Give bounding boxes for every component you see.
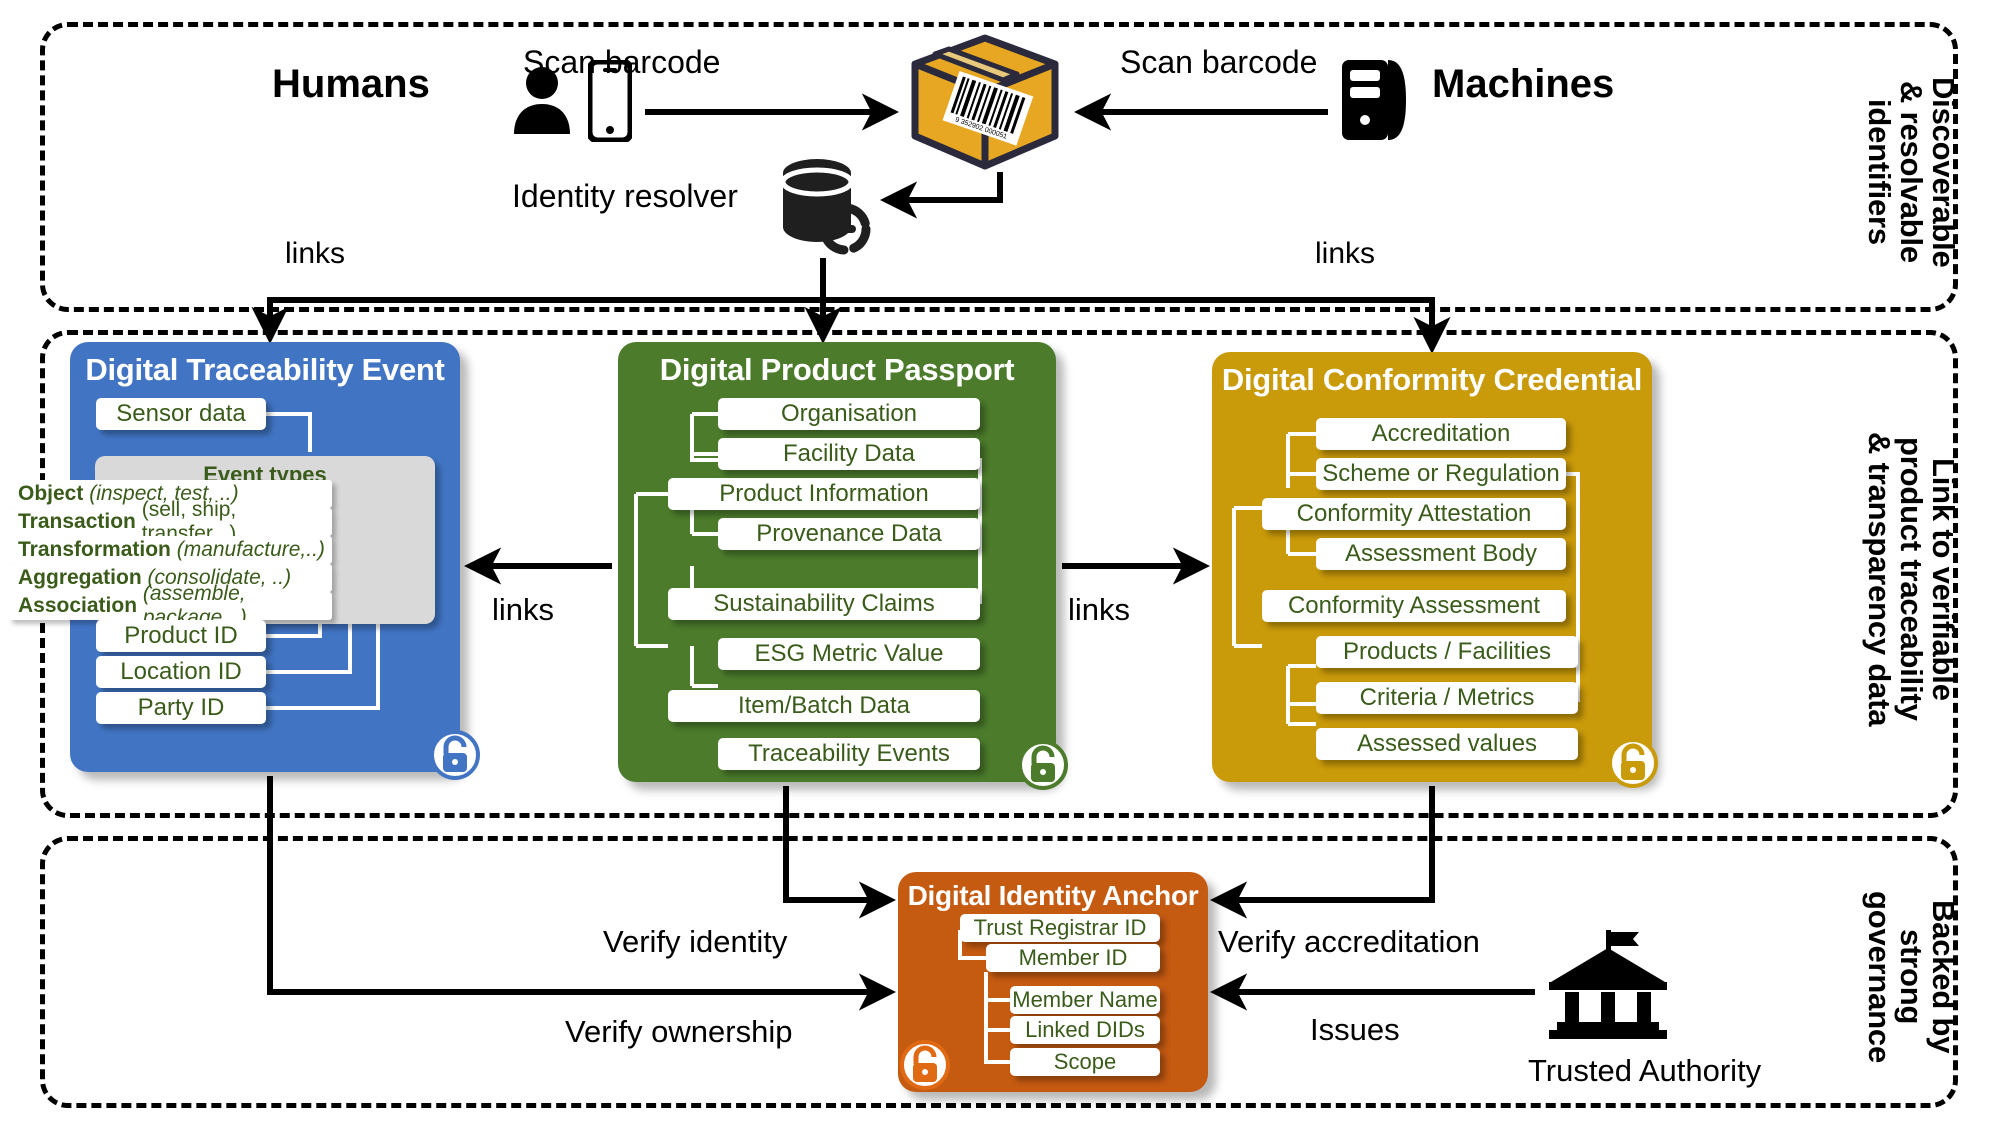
event-type-name: Association [18, 594, 138, 617]
issues-label: Issues [1310, 1012, 1400, 1047]
pill-scope[interactable]: Scope [1010, 1048, 1160, 1076]
event-type-association[interactable]: Association (assemble, package,..) [8, 582, 332, 629]
lock-icon-identity-anchor [900, 1040, 950, 1090]
pill-criteria-metrics[interactable]: Criteria / Metrics [1316, 682, 1578, 714]
event-type-name: Transformation [18, 538, 171, 561]
event-type-transaction[interactable]: Transaction (sell, ship, transfer,..) [8, 498, 332, 545]
pill-assessed-values[interactable]: Assessed values [1316, 728, 1578, 760]
pill-product-id[interactable]: Product ID [96, 620, 266, 652]
card-title-traceability: Digital Traceability Event [85, 352, 445, 387]
lock-icon-conformity [1608, 738, 1658, 788]
section-label-top: Discoverable & resolvable identifiers [1862, 76, 1961, 268]
links-label-middle-right: links [1068, 592, 1131, 627]
verify-ownership-label: Verify ownership [565, 1014, 793, 1049]
server-tower-icon [1342, 60, 1406, 140]
database-link-icon [780, 159, 871, 255]
pill-item-batch-data[interactable]: Item/Batch Data [668, 690, 980, 722]
humans-label: Humans [272, 62, 430, 106]
card-title-passport: Digital Product Passport [659, 352, 1015, 387]
event-type-name: Object [18, 482, 84, 505]
card-title-conformity: Digital Conformity Credential [1221, 362, 1643, 397]
package-barcode-icon: 9 352902 000051 [911, 34, 1059, 170]
pill-assessment-body[interactable]: Assessment Body [1316, 538, 1566, 570]
identity-resolver-label: Identity resolver [512, 178, 738, 214]
verify-accreditation-label: Verify accreditation [1218, 924, 1480, 959]
bank-institution-icon [1549, 930, 1667, 1039]
pill-party-id[interactable]: Party ID [96, 692, 266, 724]
event-type-transformation[interactable]: Transformation (manufacture,..) [8, 536, 332, 564]
event-type-name: Transaction [18, 510, 136, 533]
pill-conformity-assessment[interactable]: Conformity Assessment [1262, 590, 1566, 622]
pill-location-id[interactable]: Location ID [96, 656, 266, 688]
links-label-top-right: links [1315, 237, 1376, 270]
pill-trust-registrar-id[interactable]: Trust Registrar ID [960, 914, 1160, 942]
pill-products-facilities[interactable]: Products / Facilities [1316, 636, 1578, 668]
pill-linked-dids[interactable]: Linked DIDs [1010, 1016, 1160, 1044]
pill-accreditation[interactable]: Accreditation [1316, 418, 1566, 450]
scan-barcode-label-right: Scan barcode [1120, 44, 1318, 80]
person-icon [514, 67, 570, 134]
pill-member-id[interactable]: Member ID [986, 944, 1160, 972]
card-title-identity-anchor: Digital Identity Anchor [907, 880, 1199, 911]
pill-member-name[interactable]: Member Name [1010, 986, 1160, 1014]
pill-product-information[interactable]: Product Information [668, 478, 980, 510]
event-type-name: Aggregation [18, 566, 142, 589]
diagram-canvas: Discoverable & resolvable identifiers Li… [0, 0, 2000, 1125]
pill-provenance-data[interactable]: Provenance Data [718, 518, 980, 550]
section-label-middle: Link to verifiable product traceability … [1862, 431, 1961, 727]
pill-sensor-data[interactable]: Sensor data [96, 398, 266, 430]
pill-esg-metric-value[interactable]: ESG Metric Value [718, 638, 980, 670]
pill-traceability-events[interactable]: Traceability Events [718, 738, 980, 770]
verify-identity-label: Verify identity [603, 924, 788, 959]
links-label-top-left: links [285, 237, 346, 270]
pill-scheme-or-regulation[interactable]: Scheme or Regulation [1316, 458, 1566, 490]
machines-label: Machines [1432, 62, 1615, 106]
smartphone-icon [588, 60, 632, 142]
trusted-authority-label: Trusted Authority [1528, 1053, 1762, 1088]
section-label-bottom: Backed by strong governance [1862, 890, 1961, 1063]
pill-sustainability-claims[interactable]: Sustainability Claims [668, 588, 980, 620]
links-label-middle-left: links [492, 592, 555, 627]
pill-conformity-attestation[interactable]: Conformity Attestation [1262, 498, 1566, 530]
pill-facility-data[interactable]: Facility Data [718, 438, 980, 470]
lock-icon-passport [1018, 740, 1068, 790]
event-type-detail: (manufacture,..) [176, 538, 325, 561]
pill-organisation[interactable]: Organisation [718, 398, 980, 430]
lock-icon-traceability [430, 730, 480, 780]
